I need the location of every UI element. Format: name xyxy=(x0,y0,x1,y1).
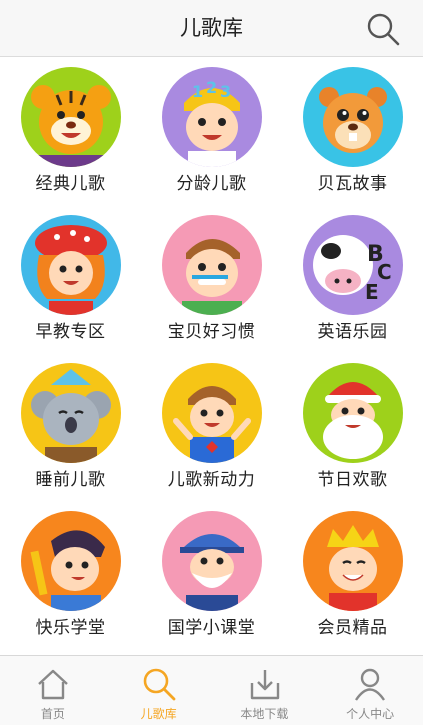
category-new-power[interactable]: 儿歌新动力 xyxy=(141,353,282,501)
user-icon xyxy=(351,665,389,703)
category-age-songs[interactable]: 1 2 3 分龄儿歌 xyxy=(141,57,282,205)
kid-123-icon: 1 2 3 xyxy=(162,67,262,167)
category-holiday-songs[interactable]: 节日欢歌 xyxy=(282,353,423,501)
superhero-boy-icon xyxy=(162,363,262,463)
category-label: 贝瓦故事 xyxy=(317,174,388,194)
top-bar: 儿歌库 xyxy=(0,0,423,57)
download-icon xyxy=(246,665,284,703)
cow-abc-icon: B C E xyxy=(303,215,403,315)
tab-label: 本地下载 xyxy=(240,707,289,721)
girl-mushroom-hat-icon xyxy=(21,215,121,315)
category-english[interactable]: B C E 英语乐园 xyxy=(282,205,423,353)
tab-label: 首页 xyxy=(40,707,65,721)
page-title: 儿歌库 xyxy=(180,16,243,40)
tiger-icon xyxy=(21,67,121,167)
old-scholar-icon xyxy=(162,511,262,611)
beaver-icon xyxy=(303,67,403,167)
category-chinese-classics[interactable]: 国学小课堂 xyxy=(141,501,282,649)
category-label: 儿歌新动力 xyxy=(167,470,256,490)
svg-text:3: 3 xyxy=(220,82,231,101)
category-label: 早教专区 xyxy=(35,322,106,342)
svg-text:E: E xyxy=(365,280,379,304)
category-label: 国学小课堂 xyxy=(167,618,256,638)
category-label: 宝贝好习惯 xyxy=(167,322,256,342)
category-beva-stories[interactable]: 贝瓦故事 xyxy=(282,57,423,205)
category-label: 经典儿歌 xyxy=(35,174,106,194)
bottom-tab-bar: 首页 儿歌库 本地下载 个人中心 xyxy=(0,655,423,725)
category-good-habits[interactable]: 宝贝好习惯 xyxy=(141,205,282,353)
tab-label: 儿歌库 xyxy=(140,707,177,721)
tab-label: 个人中心 xyxy=(346,707,395,721)
category-bedtime-songs[interactable]: 睡前儿歌 xyxy=(0,353,141,501)
category-grid: 经典儿歌 1 2 3 分龄儿歌 贝瓦故事 早教专区 宝贝好习惯 B C E 英语… xyxy=(0,57,423,655)
king-crown-icon xyxy=(303,511,403,611)
search-icon[interactable] xyxy=(365,11,401,47)
category-label: 节日欢歌 xyxy=(317,470,388,490)
home-icon xyxy=(34,665,72,703)
category-vip-premium[interactable]: 会员精品 xyxy=(282,501,423,649)
category-label: 快乐学堂 xyxy=(35,618,106,638)
boy-toothbrush-icon xyxy=(162,215,262,315)
koala-icon xyxy=(21,363,121,463)
category-early-education[interactable]: 早教专区 xyxy=(0,205,141,353)
category-label: 分龄儿歌 xyxy=(176,174,247,194)
category-label: 英语乐园 xyxy=(317,322,388,342)
tab-personal-center[interactable]: 个人中心 xyxy=(317,656,423,726)
santa-icon xyxy=(303,363,403,463)
tab-local-download[interactable]: 本地下载 xyxy=(212,656,318,726)
svg-text:C: C xyxy=(377,260,392,284)
category-label: 会员精品 xyxy=(317,618,388,638)
svg-text:1: 1 xyxy=(192,82,203,101)
category-classic-songs[interactable]: 经典儿歌 xyxy=(0,57,141,205)
tab-home[interactable]: 首页 xyxy=(0,656,106,726)
search-icon xyxy=(140,665,178,703)
category-happy-school[interactable]: 快乐学堂 xyxy=(0,501,141,649)
tab-song-library[interactable]: 儿歌库 xyxy=(106,656,212,726)
category-label: 睡前儿歌 xyxy=(35,470,106,490)
svg-text:2: 2 xyxy=(206,78,217,97)
boy-pencil-icon xyxy=(21,511,121,611)
